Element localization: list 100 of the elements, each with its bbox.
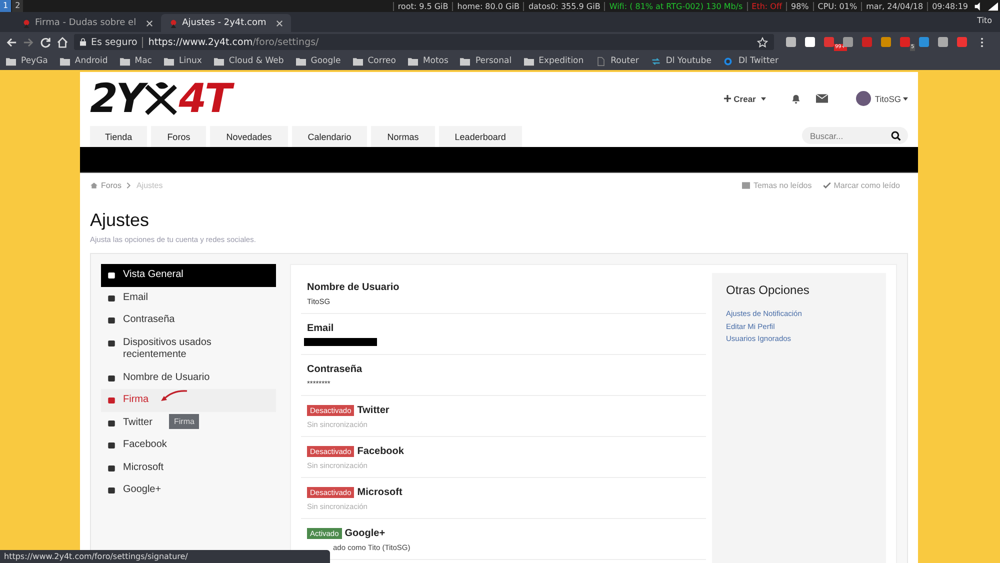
search-icon[interactable] bbox=[891, 130, 901, 140]
folder-icon bbox=[352, 56, 363, 66]
breadcrumb-link[interactable]: Foros bbox=[101, 181, 122, 190]
status-text: Wifi: ( 81% at RTG-002) 130 Mb/s bbox=[604, 2, 747, 10]
forward-icon[interactable] bbox=[23, 36, 34, 48]
nav-tab[interactable]: Tienda bbox=[90, 126, 148, 147]
security-label: Es seguro bbox=[91, 36, 144, 48]
sidebar-item[interactable]: Twitter bbox=[101, 412, 158, 434]
folder-icon bbox=[408, 56, 418, 66]
sidebar-item[interactable]: Google+ bbox=[101, 479, 168, 502]
sidebar-icon bbox=[107, 271, 116, 280]
menu-icon[interactable] bbox=[980, 36, 984, 48]
breadcrumb-current: Ajustes bbox=[136, 181, 163, 190]
bookmark-item[interactable]: Correo bbox=[352, 56, 396, 66]
home-icon bbox=[90, 182, 98, 189]
sidebar-icon bbox=[107, 338, 116, 348]
status-text: mar, 24/04/18 bbox=[861, 2, 928, 10]
sidebar-icon bbox=[107, 486, 116, 495]
nav-tab[interactable]: Foros bbox=[151, 126, 206, 147]
status-text: 98% bbox=[786, 2, 813, 10]
bell-icon[interactable] bbox=[790, 93, 802, 104]
workspace-button[interactable]: 2 bbox=[12, 0, 24, 12]
bookmark-item[interactable]: Dl Twitter bbox=[723, 56, 779, 66]
favicon-icon bbox=[22, 18, 31, 28]
sidebar-item[interactable]: Contraseña bbox=[101, 309, 181, 332]
nav-tab[interactable]: Calendario bbox=[292, 126, 368, 147]
close-icon[interactable] bbox=[146, 20, 154, 26]
url-text: https://www.2y4t.com/foro/settings/ bbox=[148, 36, 320, 48]
chevron-icon bbox=[126, 182, 132, 189]
folder-icon bbox=[296, 56, 306, 66]
user-menu[interactable]: TitoSG bbox=[874, 94, 908, 104]
caret-icon bbox=[903, 96, 908, 100]
folder-icon bbox=[164, 56, 174, 66]
bookmark-item[interactable]: Dl Youtube bbox=[650, 56, 712, 66]
create-button[interactable]: Crear bbox=[724, 94, 766, 104]
sidebar-icon bbox=[107, 374, 116, 382]
sidebar-item[interactable]: Microsoft bbox=[101, 456, 170, 479]
status-text: Eth: Off bbox=[746, 2, 786, 10]
close-icon[interactable] bbox=[276, 20, 284, 26]
avatar-icon[interactable] bbox=[856, 91, 871, 106]
sidebar-item[interactable]: Email bbox=[101, 286, 154, 309]
field-label: Google+ bbox=[344, 528, 386, 539]
options-title: Otras Opciones bbox=[726, 283, 810, 297]
home-icon[interactable] bbox=[57, 36, 68, 48]
sidebar-item[interactable]: Dispositivos usados recientemente bbox=[101, 332, 276, 366]
star-icon[interactable] bbox=[757, 36, 768, 48]
bookmark-item[interactable]: Motos bbox=[408, 56, 448, 66]
sync-icon bbox=[650, 56, 661, 66]
bookmark-item[interactable]: Mac bbox=[120, 56, 152, 66]
field-label: Contraseña bbox=[307, 364, 364, 375]
folder-icon bbox=[524, 56, 534, 66]
browser-tab[interactable]: Firma - Dudas sobre el bbox=[14, 14, 162, 32]
status-text: CPU: 01% bbox=[812, 2, 862, 10]
search-field[interactable]: Buscar... bbox=[802, 127, 908, 144]
sidebar-item[interactable]: Nombre de Usuario bbox=[101, 366, 216, 389]
nav-tab[interactable]: Leaderboard bbox=[438, 126, 522, 147]
bookmark-item[interactable]: PeyGa bbox=[6, 56, 48, 66]
field-label: Nombre de Usuario bbox=[307, 282, 400, 293]
bookmark-item[interactable]: Cloud & Web bbox=[214, 56, 284, 66]
status-text: datos0: 355.9 GiB bbox=[523, 2, 604, 10]
address-bar[interactable]: Es seguro https://www.2y4t.com/foro/settings/ bbox=[74, 34, 774, 50]
bookmark-item[interactable]: Personal bbox=[460, 56, 512, 66]
status-url: https://www.2y4t.com/foro/settings/signature/ bbox=[0, 550, 330, 563]
nav-tab[interactable]: Normas bbox=[371, 126, 435, 147]
bookmark-item[interactable]: Linux bbox=[164, 56, 202, 66]
profile-name[interactable]: Tito bbox=[977, 16, 992, 25]
status-text: home: 80.0 GiB bbox=[452, 2, 524, 10]
status-text: 09:48:19 bbox=[927, 2, 972, 10]
workspace-button[interactable]: 1 bbox=[0, 0, 12, 12]
bookmark-item[interactable]: Google bbox=[296, 56, 341, 66]
check-icon bbox=[822, 182, 831, 189]
bookmark-item[interactable]: Expedition bbox=[524, 56, 584, 66]
reload-icon[interactable] bbox=[40, 36, 51, 48]
caret-icon bbox=[760, 96, 766, 100]
status-text: root: 9.5 GiB bbox=[392, 2, 452, 10]
field-label: Microsoft bbox=[357, 487, 402, 498]
sidebar-icon bbox=[107, 316, 116, 325]
mail-icon[interactable] bbox=[816, 93, 828, 104]
folder-icon bbox=[460, 56, 470, 66]
folder-icon bbox=[60, 56, 70, 66]
favicon-icon bbox=[169, 18, 178, 28]
page-title: Ajustes bbox=[90, 209, 150, 231]
folder-icon bbox=[214, 56, 224, 66]
sidebar-icon bbox=[107, 441, 116, 450]
browser-tab[interactable]: Ajustes - 2y4t.com bbox=[161, 14, 292, 32]
nav-tab[interactable]: Novedades bbox=[210, 126, 288, 147]
page-icon bbox=[596, 56, 606, 66]
sidebar-item[interactable]: Facebook bbox=[101, 434, 173, 456]
sidebar-item[interactable]: Firma bbox=[101, 389, 276, 412]
plus-icon bbox=[724, 95, 731, 102]
field-label: Facebook bbox=[357, 446, 404, 457]
back-icon[interactable] bbox=[6, 36, 17, 48]
sidebar-icon bbox=[107, 464, 116, 472]
field-label: Twitter bbox=[357, 405, 390, 416]
bookmark-item[interactable]: Router bbox=[596, 56, 639, 66]
sidebar-item[interactable]: Vista General bbox=[101, 264, 276, 286]
folder-icon bbox=[6, 56, 16, 66]
tooltip: Firma bbox=[169, 414, 200, 429]
folder-icon bbox=[120, 56, 130, 66]
bookmark-item[interactable]: Android bbox=[60, 56, 108, 66]
